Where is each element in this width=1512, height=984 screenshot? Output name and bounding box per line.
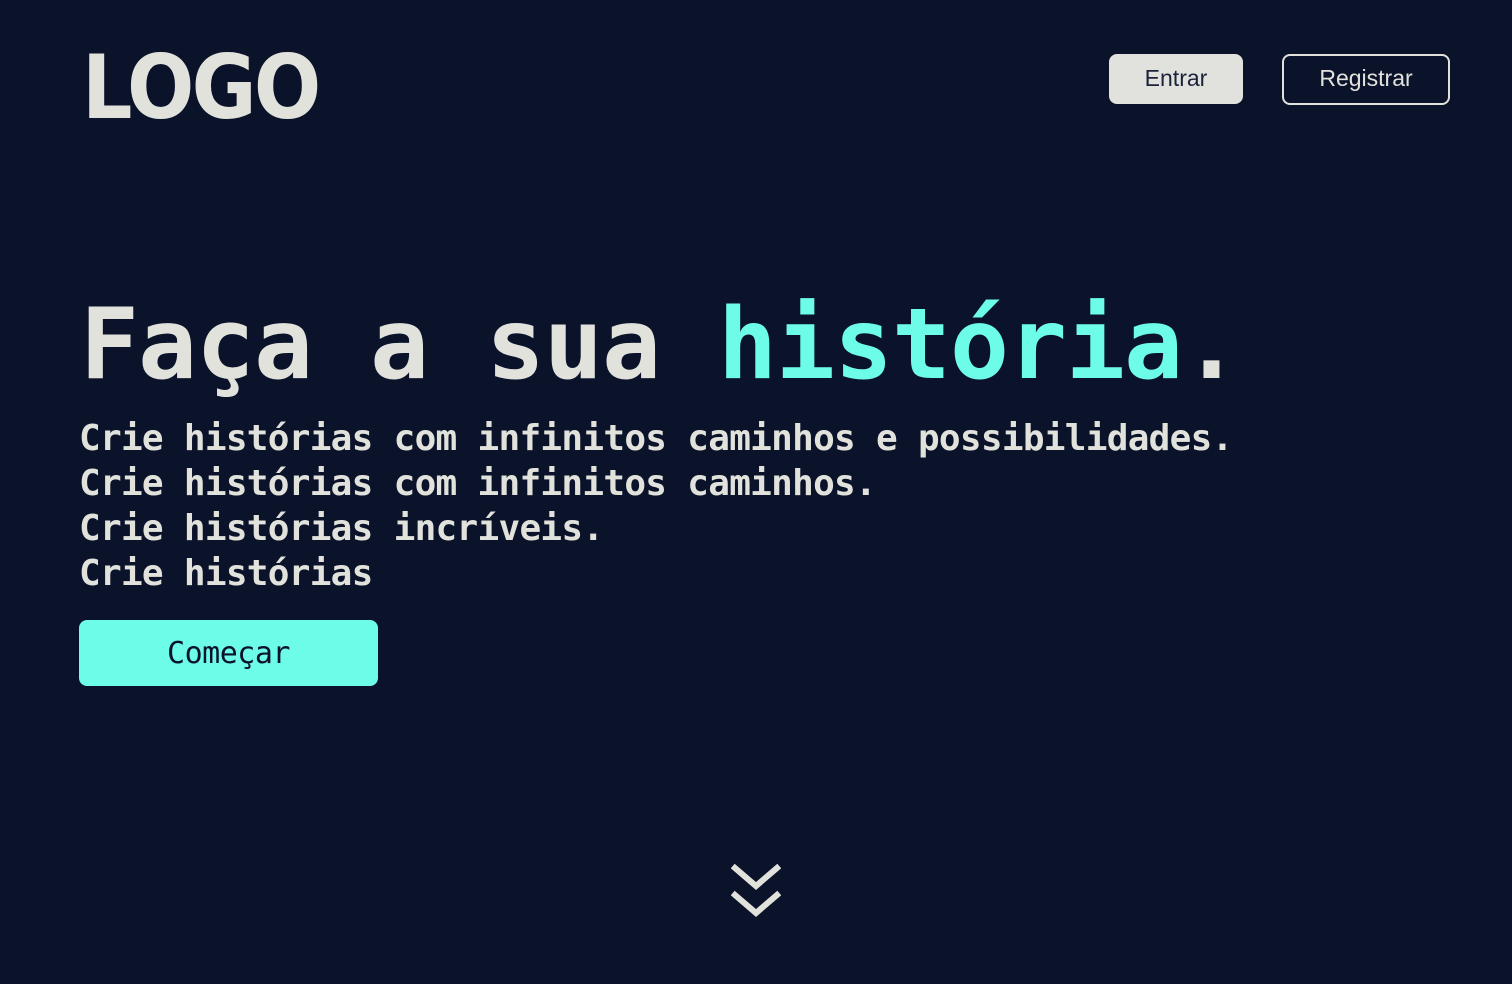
- hero-tagline-line: Crie histórias com infinitos caminhos.: [79, 463, 877, 504]
- logo[interactable]: LOGO: [82, 44, 321, 132]
- hero-tagline-line: Crie histórias com infinitos caminhos e …: [79, 418, 1233, 459]
- register-button[interactable]: Registrar: [1282, 54, 1450, 105]
- login-button[interactable]: Entrar: [1109, 54, 1243, 104]
- hero-tagline-line: Crie histórias incríveis.: [79, 508, 604, 549]
- hero-title-highlight: história: [718, 288, 1183, 402]
- double-chevron-down-icon: [731, 864, 781, 917]
- scroll-down-button[interactable]: [731, 864, 781, 924]
- hero-title-prefix: Faça a sua: [80, 288, 719, 402]
- hero-title-suffix: .: [1182, 288, 1241, 402]
- hero-tagline-line: Crie histórias: [79, 553, 373, 594]
- start-button[interactable]: Começar: [79, 620, 378, 686]
- hero-tagline-list: Crie histórias com infinitos caminhos e …: [79, 416, 1233, 596]
- hero-title: Faça a sua história.: [80, 287, 1241, 405]
